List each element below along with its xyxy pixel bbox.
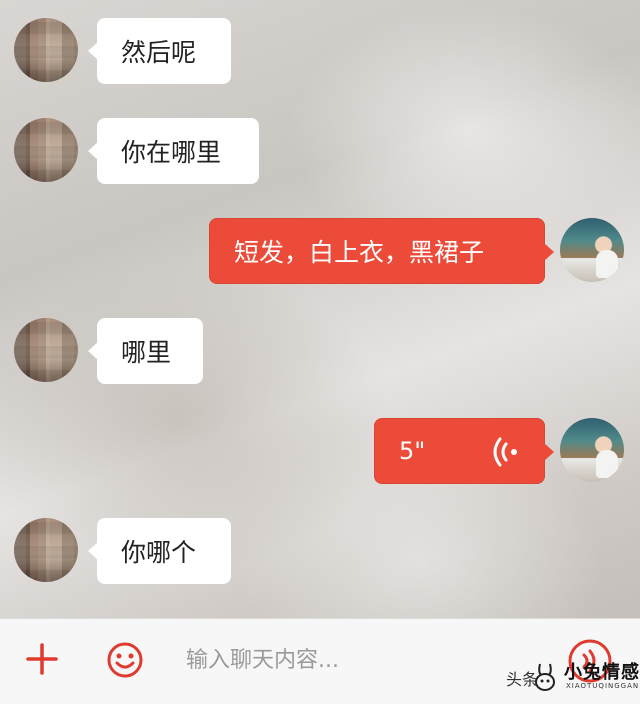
message-text: 短发，白上衣，黑裙子 [234, 238, 485, 267]
watermark-subtitle: XIAOTUQINGGAN [566, 682, 640, 690]
my-avatar[interactable] [560, 418, 624, 482]
watermark: 头条 小兔情感 XIAOTUQINGGAN [506, 650, 640, 700]
my-avatar[interactable] [560, 218, 624, 282]
voice-message-bubble[interactable]: 5" [374, 418, 554, 484]
rabbit-logo-icon [535, 663, 555, 691]
message-bubble-incoming[interactable]: 你哪个 [88, 518, 231, 584]
voice-wave-icon [493, 437, 517, 467]
chat-input[interactable]: 输入聊天内容... [186, 643, 486, 679]
contact-avatar[interactable] [14, 318, 78, 382]
message-bubble-incoming[interactable]: 你在哪里 [88, 118, 259, 184]
emoji-icon[interactable] [106, 641, 144, 679]
contact-avatar[interactable] [14, 518, 78, 582]
message-text: 哪里 [121, 338, 172, 367]
message-bubble-incoming[interactable]: 哪里 [88, 318, 203, 384]
contact-avatar[interactable] [14, 18, 78, 82]
voice-duration: 5" [399, 437, 426, 465]
message-bubble-outgoing[interactable]: 短发，白上衣，黑裙子 [209, 218, 554, 284]
watermark-name: 小兔情感 [564, 662, 640, 683]
message-bubble-incoming[interactable]: 然后呢 [88, 18, 231, 84]
message-text: 你哪个 [121, 538, 197, 567]
message-list[interactable]: 然后呢 你在哪里 短发，白上衣，黑裙子 哪里 5" 你哪个 [0, 0, 640, 618]
message-text: 然后呢 [121, 38, 197, 67]
plus-icon[interactable] [24, 641, 60, 677]
message-text: 你在哪里 [121, 138, 222, 167]
contact-avatar[interactable] [14, 118, 78, 182]
